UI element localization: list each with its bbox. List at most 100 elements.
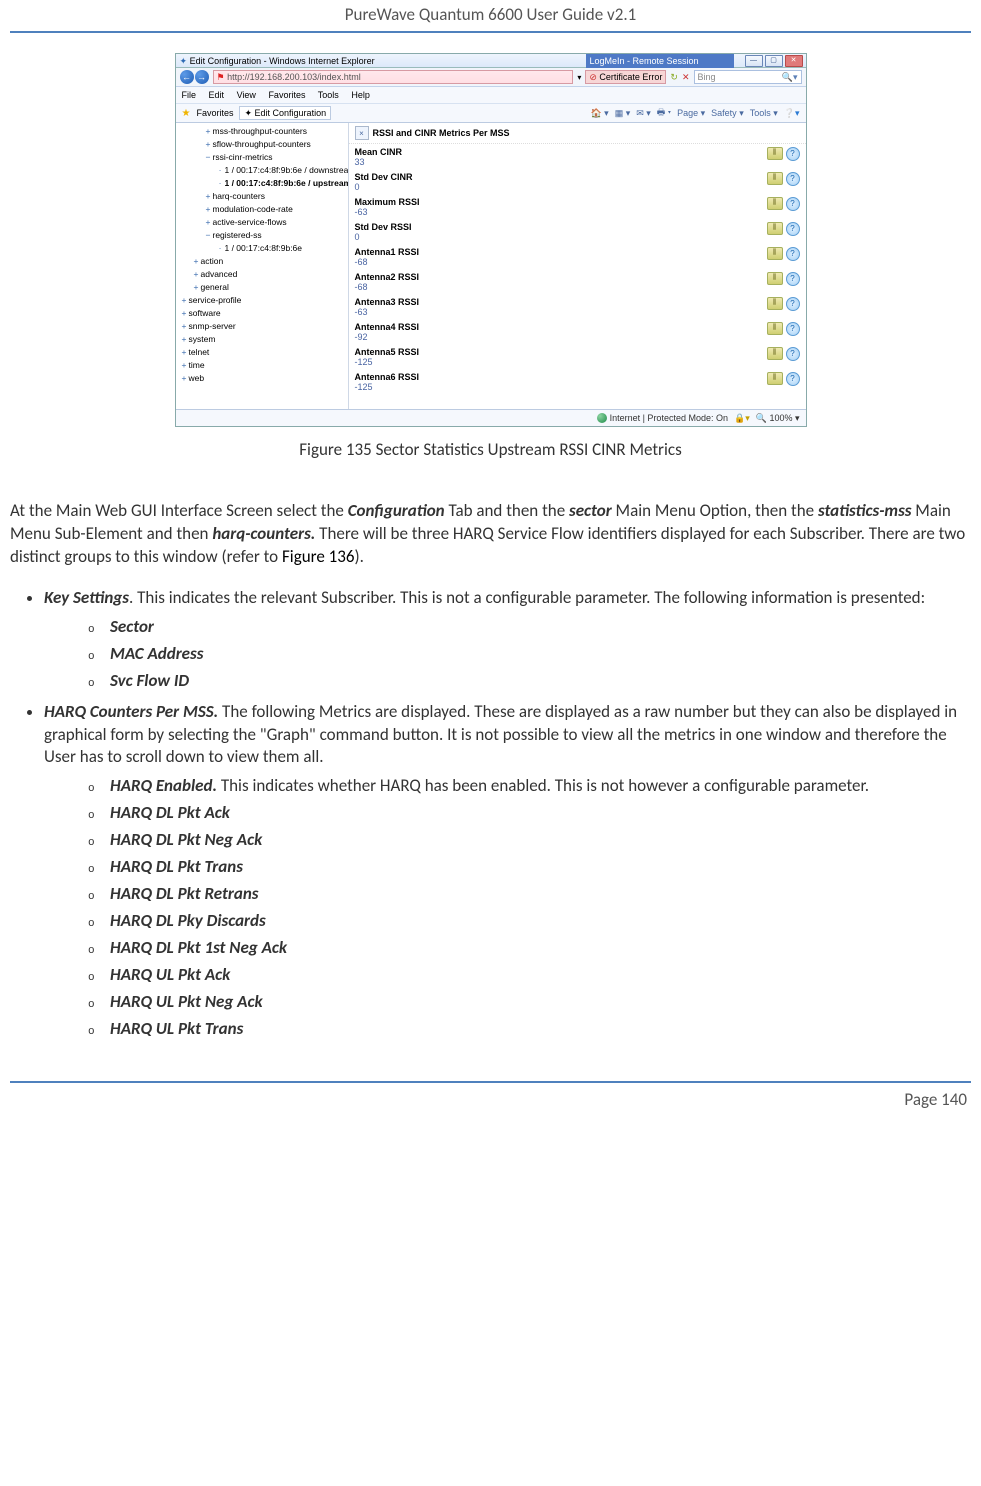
address-bar[interactable]: ⚑ http://192.168.200.103/index.html [213, 70, 574, 84]
metric-value: -125 [355, 357, 373, 367]
help-icon[interactable]: ❔▾ [784, 108, 800, 119]
certificate-error[interactable]: ⊘ Certificate Error [585, 70, 666, 84]
sub-item: HARQ DL Pkt Retrans [88, 883, 971, 906]
min-button[interactable]: — [745, 55, 763, 67]
graph-button[interactable]: ⫼ [767, 322, 783, 335]
info-button[interactable]: ? [786, 297, 800, 311]
tree-item[interactable]: +snmp-server [178, 320, 348, 333]
metric-value: -63 [355, 207, 368, 217]
tree-item[interactable]: +mss-throughput-counters [178, 125, 348, 138]
info-button[interactable]: ? [786, 147, 800, 161]
info-button[interactable]: ? [786, 172, 800, 186]
menu-help[interactable]: Help [351, 90, 370, 100]
tree-item[interactable]: ·1 / 00:17:c4:8f:9b:6e / downstream [178, 164, 348, 177]
menu-view[interactable]: View [237, 90, 256, 100]
tree-item[interactable]: +service-profile [178, 294, 348, 307]
tree-item[interactable]: +advanced [178, 268, 348, 281]
tree-item[interactable]: +time [178, 359, 348, 372]
sub-item: HARQ DL Pkt Neg Ack [88, 829, 971, 852]
back-button[interactable]: ← [180, 70, 194, 84]
graph-button[interactable]: ⫼ [767, 147, 783, 160]
info-button[interactable]: ? [786, 247, 800, 261]
tree-item[interactable]: −registered-ss [178, 229, 348, 242]
sub-item: Sector [88, 616, 971, 639]
info-button[interactable]: ? [786, 222, 800, 236]
tree-item[interactable]: +harq-counters [178, 190, 348, 203]
graph-button[interactable]: ⫼ [767, 297, 783, 310]
status-mode: Internet | Protected Mode: On [597, 413, 728, 423]
graph-button[interactable]: ⫼ [767, 247, 783, 260]
search-box[interactable]: Bing🔍▾ [694, 70, 802, 84]
info-button[interactable]: ? [786, 272, 800, 286]
print-icon[interactable]: 🖶 ▾ [657, 105, 671, 121]
tree-item[interactable]: +software [178, 307, 348, 320]
panel-collapse-icon[interactable]: × [355, 126, 369, 140]
panel-title: RSSI and CINR Metrics Per MSS [373, 128, 510, 138]
close-button[interactable]: ✕ [785, 55, 803, 67]
tools-menu[interactable]: Tools ▾ [750, 108, 778, 119]
home-icon[interactable]: 🏠 ▾ [590, 108, 608, 119]
graph-button[interactable]: ⫼ [767, 272, 783, 285]
metric-label: Antenna6 RSSI [355, 372, 767, 382]
config-tree[interactable]: +mss-throughput-counters+sflow-throughpu… [176, 123, 349, 409]
mail-icon[interactable]: ✉ ▾ [636, 108, 651, 119]
info-button[interactable]: ? [786, 197, 800, 211]
metric-row: Antenna3 RSSI-63⫼? [349, 294, 806, 319]
tree-item[interactable]: +telnet [178, 346, 348, 359]
metric-row: Std Dev RSSI0⫼? [349, 219, 806, 244]
metric-value: 0 [355, 232, 360, 242]
graph-button[interactable]: ⫼ [767, 197, 783, 210]
window-title: ✦ Edit Configuration - Windows Internet … [176, 54, 586, 68]
tree-item[interactable]: ·1 / 00:17:c4:8f:9b:6e / upstream [178, 177, 348, 190]
tree-item[interactable]: +action [178, 255, 348, 268]
metric-label: Antenna3 RSSI [355, 297, 767, 307]
sub-item: MAC Address [88, 643, 971, 666]
feeds-icon[interactable]: ▦ ▾ [615, 108, 631, 119]
forward-button[interactable]: → [195, 70, 209, 84]
metric-value: -125 [355, 382, 373, 392]
max-button[interactable]: ▢ [765, 55, 783, 67]
sub-item: HARQ DL Pkt 1st Neg Ack [88, 937, 971, 960]
graph-button[interactable]: ⫼ [767, 222, 783, 235]
stop-button[interactable]: ✕ [682, 72, 690, 83]
tree-item[interactable]: +active-service-flows [178, 216, 348, 229]
metric-row: Mean CINR33⫼? [349, 144, 806, 169]
info-button[interactable]: ? [786, 322, 800, 336]
safety-menu[interactable]: Safety ▾ [711, 108, 744, 119]
tree-item[interactable]: +general [178, 281, 348, 294]
favorites-star-icon[interactable]: ★ [182, 108, 191, 119]
info-button[interactable]: ? [786, 347, 800, 361]
menu-file[interactable]: File [182, 90, 197, 100]
body-paragraph-1: At the Main Web GUI Interface Screen sel… [10, 500, 971, 569]
metric-label: Maximum RSSI [355, 197, 767, 207]
refresh-button[interactable]: ↻ [670, 72, 678, 83]
metric-row: Std Dev CINR0⫼? [349, 169, 806, 194]
figure-reference: Figure 136 [282, 546, 355, 567]
sub-item: HARQ DL Pkt Trans [88, 856, 971, 879]
tree-item[interactable]: +web [178, 372, 348, 385]
graph-button[interactable]: ⫼ [767, 372, 783, 385]
tree-item[interactable]: +modulation-code-rate [178, 203, 348, 216]
zoom-level[interactable]: 🔍 100% ▾ [756, 413, 800, 424]
menu-tools[interactable]: Tools [318, 90, 339, 100]
page-number: Page 140 [904, 1089, 967, 1110]
sub-item: HARQ UL Pkt Trans [88, 1018, 971, 1041]
metric-row: Antenna4 RSSI-92⫼? [349, 319, 806, 344]
tree-item[interactable]: +system [178, 333, 348, 346]
tree-item[interactable]: ·1 / 00:17:c4:8f:9b:6e [178, 242, 348, 255]
graph-button[interactable]: ⫼ [767, 347, 783, 360]
sub-item: HARQ Enabled. This indicates whether HAR… [88, 775, 971, 798]
menu-edit[interactable]: Edit [209, 90, 225, 100]
logmein-banner: LogMeIn - Remote Session [586, 54, 734, 68]
doc-header: PureWave Quantum 6600 User Guide v2.1 [10, 0, 971, 33]
menu-favorites[interactable]: Favorites [268, 90, 305, 100]
page-menu[interactable]: Page ▾ [677, 108, 705, 119]
browser-tab[interactable]: ✦ Edit Configuration [239, 106, 331, 120]
metric-value: 0 [355, 182, 360, 192]
graph-button[interactable]: ⫼ [767, 172, 783, 185]
tree-item[interactable]: +sflow-throughput-counters [178, 138, 348, 151]
info-button[interactable]: ? [786, 372, 800, 386]
bullet-harq-counters: HARQ Counters Per MSS. The following Met… [44, 701, 971, 1041]
page-footer: Page 140 [10, 1081, 971, 1110]
tree-item[interactable]: −rssi-cinr-metrics [178, 151, 348, 164]
